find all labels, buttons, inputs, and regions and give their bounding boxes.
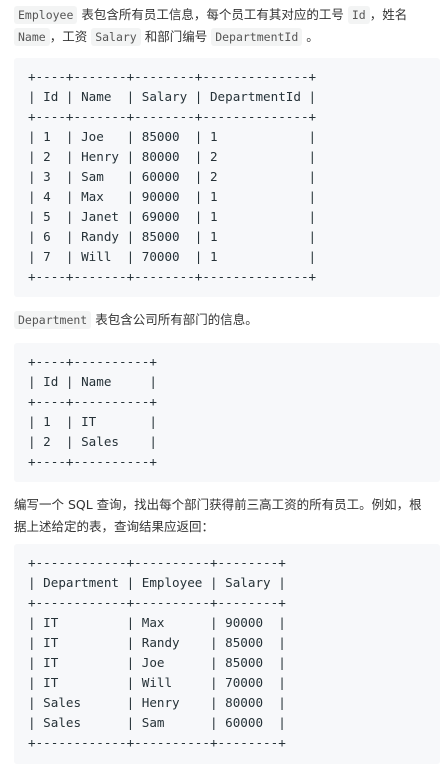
table-line: | IT | Max | 90000 |	[28, 615, 286, 630]
employee-description-text: ，工资	[49, 29, 92, 44]
table-line: | Id | Name |	[28, 374, 157, 389]
table-line: | 2 | Henry | 80000 | 2 |	[28, 149, 317, 164]
table-line: +------------+----------+--------+	[28, 735, 286, 750]
name-column-name: Name	[14, 28, 50, 46]
department-table-block: +----+----------+ | Id | Name | +----+----…	[14, 343, 440, 482]
table-line: | 4 | Max | 90000 | 1 |	[28, 189, 317, 204]
table-line: +------------+----------+--------+	[28, 595, 286, 610]
employee-description-text: ，姓名	[369, 7, 408, 22]
table-line: | 1 | IT |	[28, 414, 157, 429]
table-line: | 7 | Will | 70000 | 1 |	[28, 249, 317, 264]
question-text: 编写一个 SQL 查询，找出每个部门获得前三高工资的所有员工。例如，根据上述给定…	[14, 497, 422, 534]
department-table: +----+----------+ | Id | Name | +----+----…	[28, 352, 440, 472]
result-table-block: +------------+----------+--------+ | Depa…	[14, 544, 440, 764]
table-line: | 5 | Janet | 69000 | 1 |	[28, 209, 317, 224]
employee-table-name: Employee	[14, 6, 78, 24]
result-table: +------------+----------+--------+ | Depa…	[28, 553, 440, 753]
table-line: | IT | Will | 70000 |	[28, 675, 286, 690]
department-table-name: Department	[14, 311, 92, 329]
table-line: +----+----------+	[28, 354, 157, 369]
table-line: +----+-------+--------+--------------+	[28, 69, 317, 84]
table-line: | 2 | Sales |	[28, 434, 157, 449]
department-description: Department 表包含公司所有部门的信息。	[14, 309, 434, 331]
table-line: | Sales | Sam | 60000 |	[28, 715, 286, 730]
table-line: +------------+----------+--------+	[28, 555, 286, 570]
employee-table: +----+-------+--------+--------------+ | …	[28, 67, 440, 287]
table-line: | 1 | Joe | 85000 | 1 |	[28, 129, 317, 144]
table-line: | Department | Employee | Salary |	[28, 575, 286, 590]
salary-column-name: Salary	[91, 28, 141, 46]
employee-description-text: 表包含所有员工信息，每个员工有其对应的工号	[77, 7, 348, 22]
department-id-column-name: DepartmentId	[211, 28, 303, 46]
employee-table-block: +----+-------+--------+--------------+ | …	[14, 58, 440, 297]
table-line: | 3 | Sam | 60000 | 2 |	[28, 169, 317, 184]
table-line: | IT | Randy | 85000 |	[28, 635, 286, 650]
employee-description-text: 。	[302, 29, 319, 44]
table-line: | Id | Name | Salary | DepartmentId |	[28, 89, 317, 104]
department-description-text: 表包含公司所有部门的信息。	[91, 312, 258, 327]
table-line: | Sales | Henry | 80000 |	[28, 695, 286, 710]
employee-description-text: 和部门编号	[140, 29, 212, 44]
table-line: | IT | Joe | 85000 |	[28, 655, 286, 670]
id-column-name: Id	[347, 6, 370, 24]
table-line: +----+----------+	[28, 454, 157, 469]
table-line: +----+----------+	[28, 394, 157, 409]
employee-description: Employee 表包含所有员工信息，每个员工有其对应的工号 Id ，姓名 Nam…	[14, 4, 434, 48]
table-line: | 6 | Randy | 85000 | 1 |	[28, 229, 317, 244]
table-line: +----+-------+--------+--------------+	[28, 109, 317, 124]
table-line: +----+-------+--------+--------------+	[28, 269, 317, 284]
